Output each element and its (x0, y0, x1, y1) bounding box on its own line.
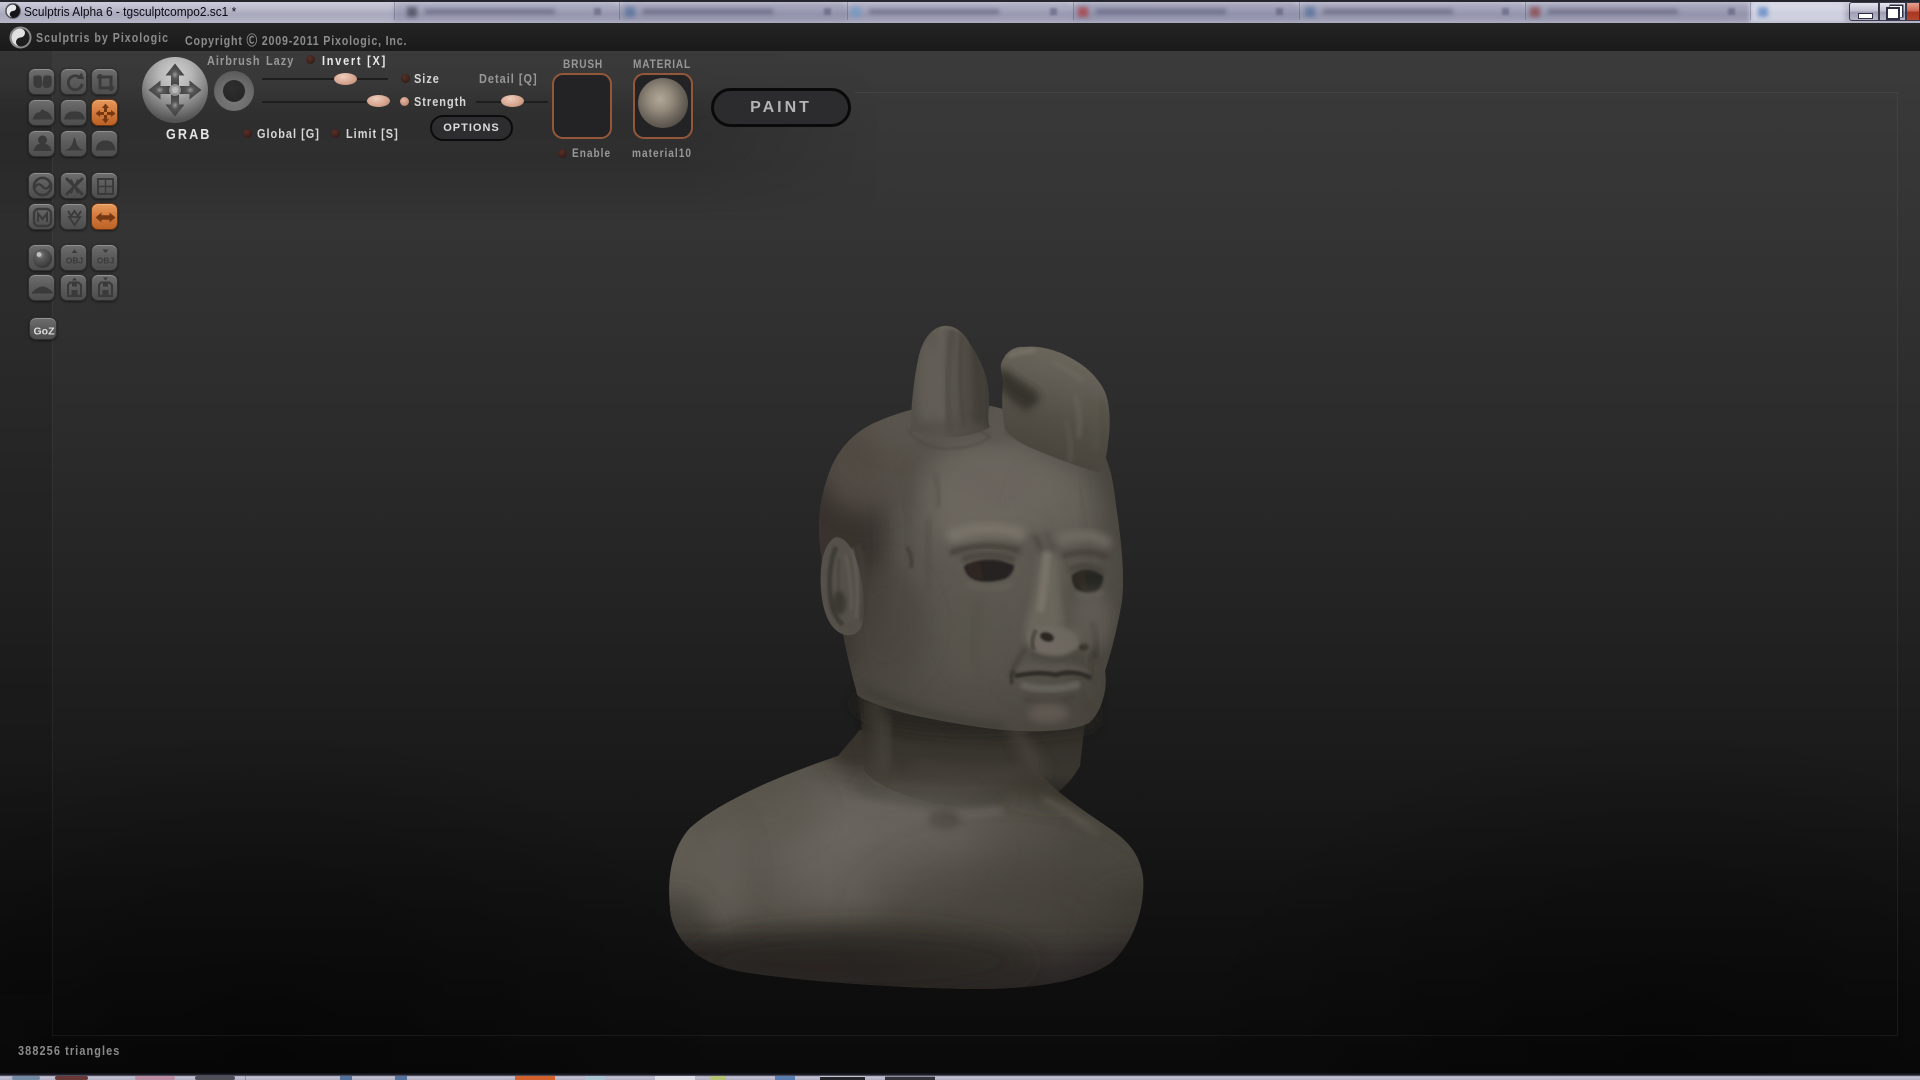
svg-text:GoZ: GoZ (34, 325, 56, 337)
svg-text:OBJ: OBJ (97, 255, 115, 265)
svg-text:OBJ: OBJ (66, 255, 84, 265)
